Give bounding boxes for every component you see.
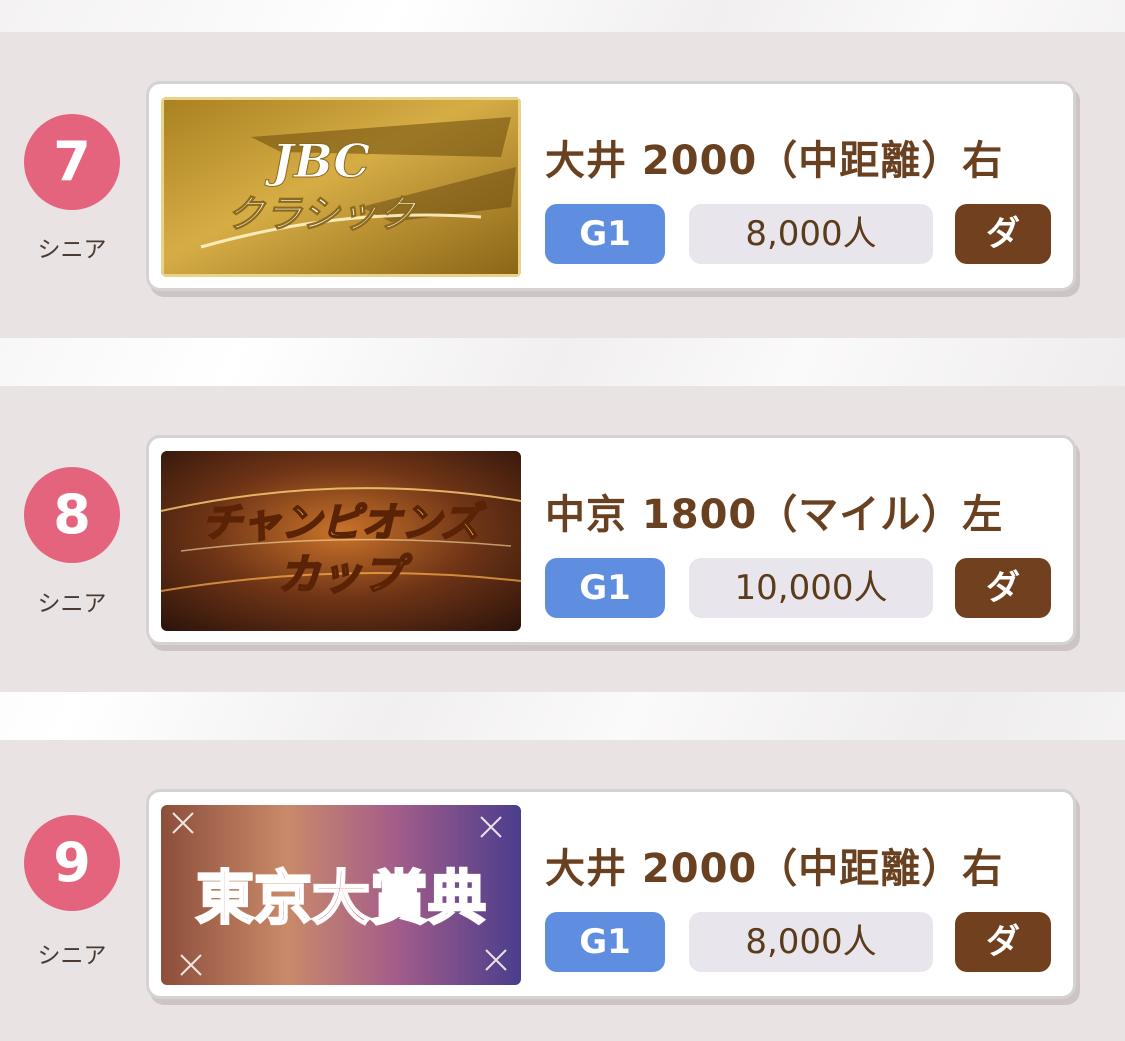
race-banner-image: 東京大賞典: [161, 805, 521, 985]
banner-title-line1: JBC: [264, 134, 370, 188]
banner-title-line1: 東京大賞典: [196, 864, 486, 932]
race-category-label: シニア: [37, 943, 107, 969]
race-number-badge: 7: [24, 114, 120, 210]
grade-badge: G1: [545, 204, 665, 264]
race-number-badge: 8: [24, 467, 120, 563]
fan-count: 8,000人: [689, 204, 933, 264]
banner-title-line1: チャンピオンズ: [202, 500, 488, 546]
race-venue-distance: 大井 2000（中距離）右: [545, 138, 1004, 184]
grade-badge: G1: [545, 558, 665, 618]
grade-badge: G1: [545, 912, 665, 972]
surface-badge: ダ: [955, 558, 1051, 618]
fan-count: 10,000人: [689, 558, 933, 618]
race-card[interactable]: チャンピオンズ カップ 中京 1800（マイル）左 G1 10,000人 ダ: [146, 435, 1076, 645]
race-banner-image: チャンピオンズ カップ: [161, 451, 521, 631]
banner-title-line2: カップ: [278, 550, 413, 599]
fan-count: 8,000人: [689, 912, 933, 972]
surface-badge: ダ: [955, 912, 1051, 972]
surface-badge: ダ: [955, 204, 1051, 264]
race-category-label: シニア: [37, 591, 107, 617]
banner-title-line2: クラシック: [226, 192, 417, 236]
race-venue-distance: 大井 2000（中距離）右: [545, 846, 1004, 892]
race-banner-image: JBC クラシック: [161, 97, 521, 277]
race-venue-distance: 中京 1800（マイル）左: [545, 492, 1004, 538]
race-category-label: シニア: [37, 237, 107, 263]
race-card[interactable]: 東京大賞典 大井 2000（中距離）右 G1 8,000人 ダ: [146, 789, 1076, 999]
race-number-badge: 9: [24, 815, 120, 911]
race-card[interactable]: JBC クラシック 大井 2000（中距離）右 G1 8,000人 ダ: [146, 81, 1076, 291]
